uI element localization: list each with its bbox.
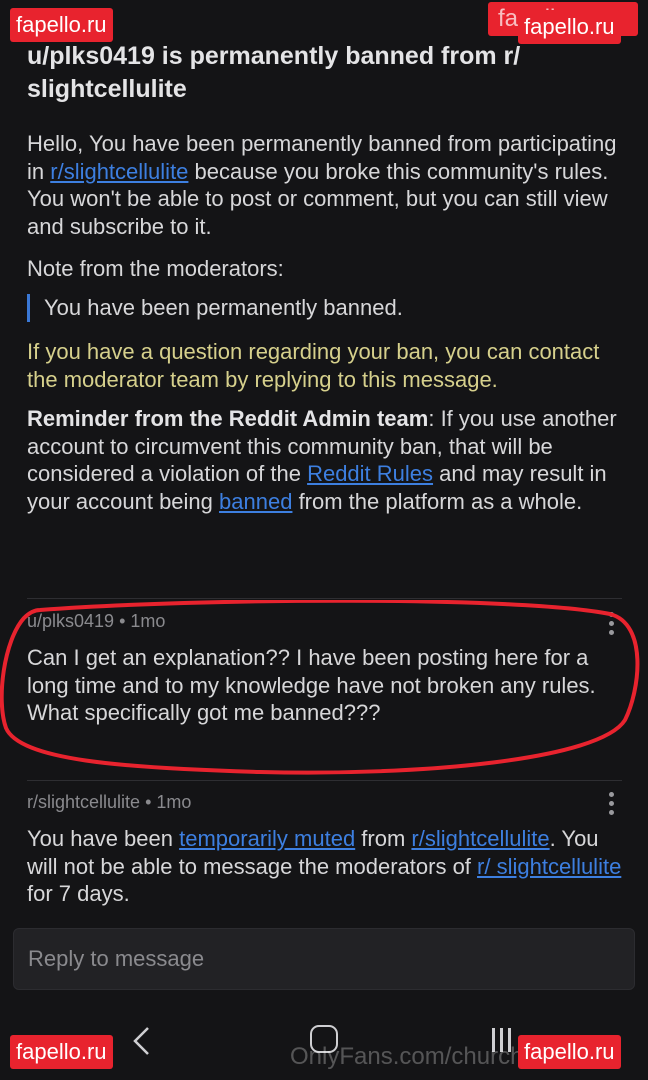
reply-time: 1mo: [130, 611, 166, 631]
banned-link[interactable]: banned: [219, 489, 292, 514]
reply-text-pre: You have been: [27, 826, 180, 851]
reply-text-post: for 7 days.: [27, 881, 130, 906]
watermark-bottom-left: fapello.ru: [10, 1035, 113, 1069]
more-options-icon[interactable]: [607, 792, 615, 822]
reply-author[interactable]: u/plks0419: [27, 611, 114, 631]
note-label: Note from the moderators:: [27, 256, 284, 281]
subreddit-link[interactable]: r/ slightcellulite: [477, 854, 621, 879]
reply-time: 1mo: [156, 792, 192, 812]
reply-text: Can I get an explanation?? I have been p…: [27, 645, 596, 725]
reply-text: You have been temporarily muted from r/s…: [27, 825, 627, 908]
temporarily-muted-link[interactable]: temporarily muted: [179, 826, 355, 851]
watermark-top-right: fapello.ru: [518, 10, 621, 44]
reminder-text: Reminder from the Reddit Admin team: If …: [27, 405, 627, 515]
watermark-bottom-right: fapello.ru: [518, 1035, 621, 1069]
reply-meta: u/plks0419 • 1mo: [27, 610, 165, 632]
ban-intro-text: Hello, You have been permanently banned …: [27, 130, 627, 240]
more-options-icon[interactable]: [607, 612, 615, 642]
reply-text-mid: from: [355, 826, 412, 851]
reply-input[interactable]: Reply to message: [13, 928, 635, 990]
contact-text: If you have a question regarding your ba…: [27, 339, 600, 392]
reminder-text-post: from the platform as a whole.: [292, 488, 583, 514]
subreddit-link[interactable]: r/slightcellulite: [411, 826, 549, 851]
message-title: u/plks0419 is permanently banned from r/…: [27, 42, 521, 103]
reddit-rules-link[interactable]: Reddit Rules: [307, 461, 433, 486]
watermark-top-left: fapello.ru: [10, 8, 113, 42]
meta-separator: •: [145, 792, 152, 812]
chevron-left-icon[interactable]: [130, 1025, 154, 1057]
reminder-heading: Reminder from the Reddit Admin team: [27, 406, 429, 431]
divider: [27, 598, 622, 599]
divider: [27, 780, 622, 781]
moderator-note-quote: You have been permanently banned.: [27, 294, 604, 322]
meta-separator: •: [119, 611, 126, 631]
reply-author[interactable]: r/slightcellulite: [27, 792, 140, 812]
reply-meta: r/slightcellulite • 1mo: [27, 791, 191, 813]
subreddit-link[interactable]: r/slightcellulite: [50, 159, 188, 184]
